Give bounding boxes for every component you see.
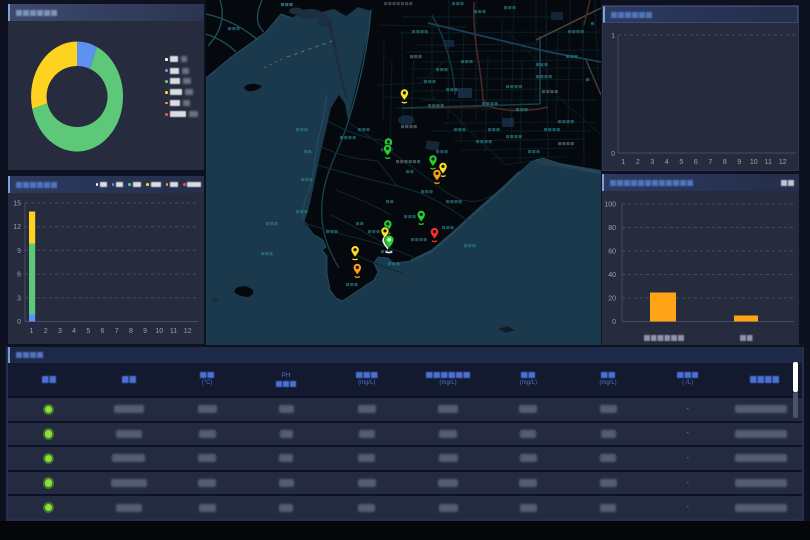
svg-text:20: 20 <box>608 296 616 303</box>
svg-text:40: 40 <box>608 272 616 279</box>
svg-text:1: 1 <box>30 328 34 335</box>
svg-text:9: 9 <box>143 328 147 335</box>
svg-text:3: 3 <box>650 159 654 166</box>
svg-text:8: 8 <box>723 159 727 166</box>
svg-text:2: 2 <box>44 328 48 335</box>
svg-text:1: 1 <box>611 33 615 40</box>
svg-text:12: 12 <box>184 328 192 335</box>
svg-text:0: 0 <box>611 151 615 158</box>
svg-text:9: 9 <box>737 159 741 166</box>
svg-text:80: 80 <box>608 225 616 232</box>
svg-text:11: 11 <box>765 159 772 166</box>
svg-text:4: 4 <box>72 328 76 335</box>
svg-text:6: 6 <box>17 272 21 279</box>
svg-text:15: 15 <box>13 201 21 208</box>
svg-text:11: 11 <box>170 328 177 335</box>
svg-text:12: 12 <box>779 159 787 166</box>
svg-text:6: 6 <box>694 159 698 166</box>
svg-text:12: 12 <box>13 224 21 231</box>
svg-text:0: 0 <box>612 319 616 326</box>
svg-text:100: 100 <box>604 202 616 209</box>
svg-text:8: 8 <box>129 328 133 335</box>
svg-text:3: 3 <box>17 295 21 302</box>
svg-text:10: 10 <box>155 328 163 335</box>
svg-text:10: 10 <box>750 159 758 166</box>
svg-text:7: 7 <box>115 328 119 335</box>
svg-text:0: 0 <box>17 319 21 326</box>
svg-text:7: 7 <box>708 159 712 166</box>
svg-text:5: 5 <box>86 328 90 335</box>
svg-text:5: 5 <box>679 159 683 166</box>
svg-text:4: 4 <box>665 159 669 166</box>
svg-text:9: 9 <box>17 248 21 255</box>
svg-text:1: 1 <box>621 159 625 166</box>
svg-text:6: 6 <box>101 328 105 335</box>
svg-text:2: 2 <box>636 159 640 166</box>
svg-text:60: 60 <box>608 249 616 256</box>
svg-text:3: 3 <box>58 328 62 335</box>
